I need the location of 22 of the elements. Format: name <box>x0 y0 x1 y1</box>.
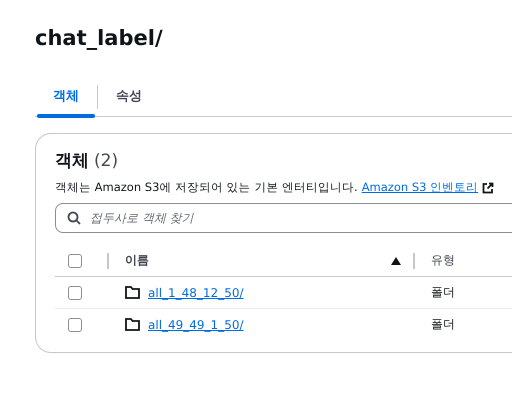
external-link-icon <box>482 182 494 194</box>
select-all-checkbox[interactable] <box>68 254 82 268</box>
page-title: chat_label/ <box>35 25 164 52</box>
panel-description: 객체는 Amazon S3에 저장되어 있는 기본 엔터티입니다. <box>55 180 358 195</box>
search-field[interactable]: 접두사로 객체 찾기 <box>55 203 512 233</box>
folder-link[interactable]: all_1_48_12_50/ <box>148 286 244 300</box>
table-cell: 폴더 <box>431 317 455 331</box>
folder-icon <box>125 286 140 299</box>
folder-icon <box>125 318 140 331</box>
folder-link[interactable]: all_49_49_1_50/ <box>148 318 244 332</box>
tab[interactable]: 속성 <box>98 78 160 116</box>
inventory-link[interactable]: Amazon S3 인벤토리 <box>362 180 478 195</box>
panel-heading: 객체 <box>55 150 89 173</box>
column-header[interactable]: 이름 <box>125 252 149 269</box>
row-checkbox[interactable] <box>68 286 82 300</box>
row-checkbox[interactable] <box>68 318 82 332</box>
table-cell: 폴더 <box>431 285 455 299</box>
object-count: (2) <box>94 150 118 173</box>
sort-ascending-icon[interactable] <box>391 256 401 264</box>
tab[interactable]: 객체 <box>35 78 97 116</box>
search-icon <box>67 211 81 225</box>
column-header[interactable]: 유형 <box>431 253 455 267</box>
